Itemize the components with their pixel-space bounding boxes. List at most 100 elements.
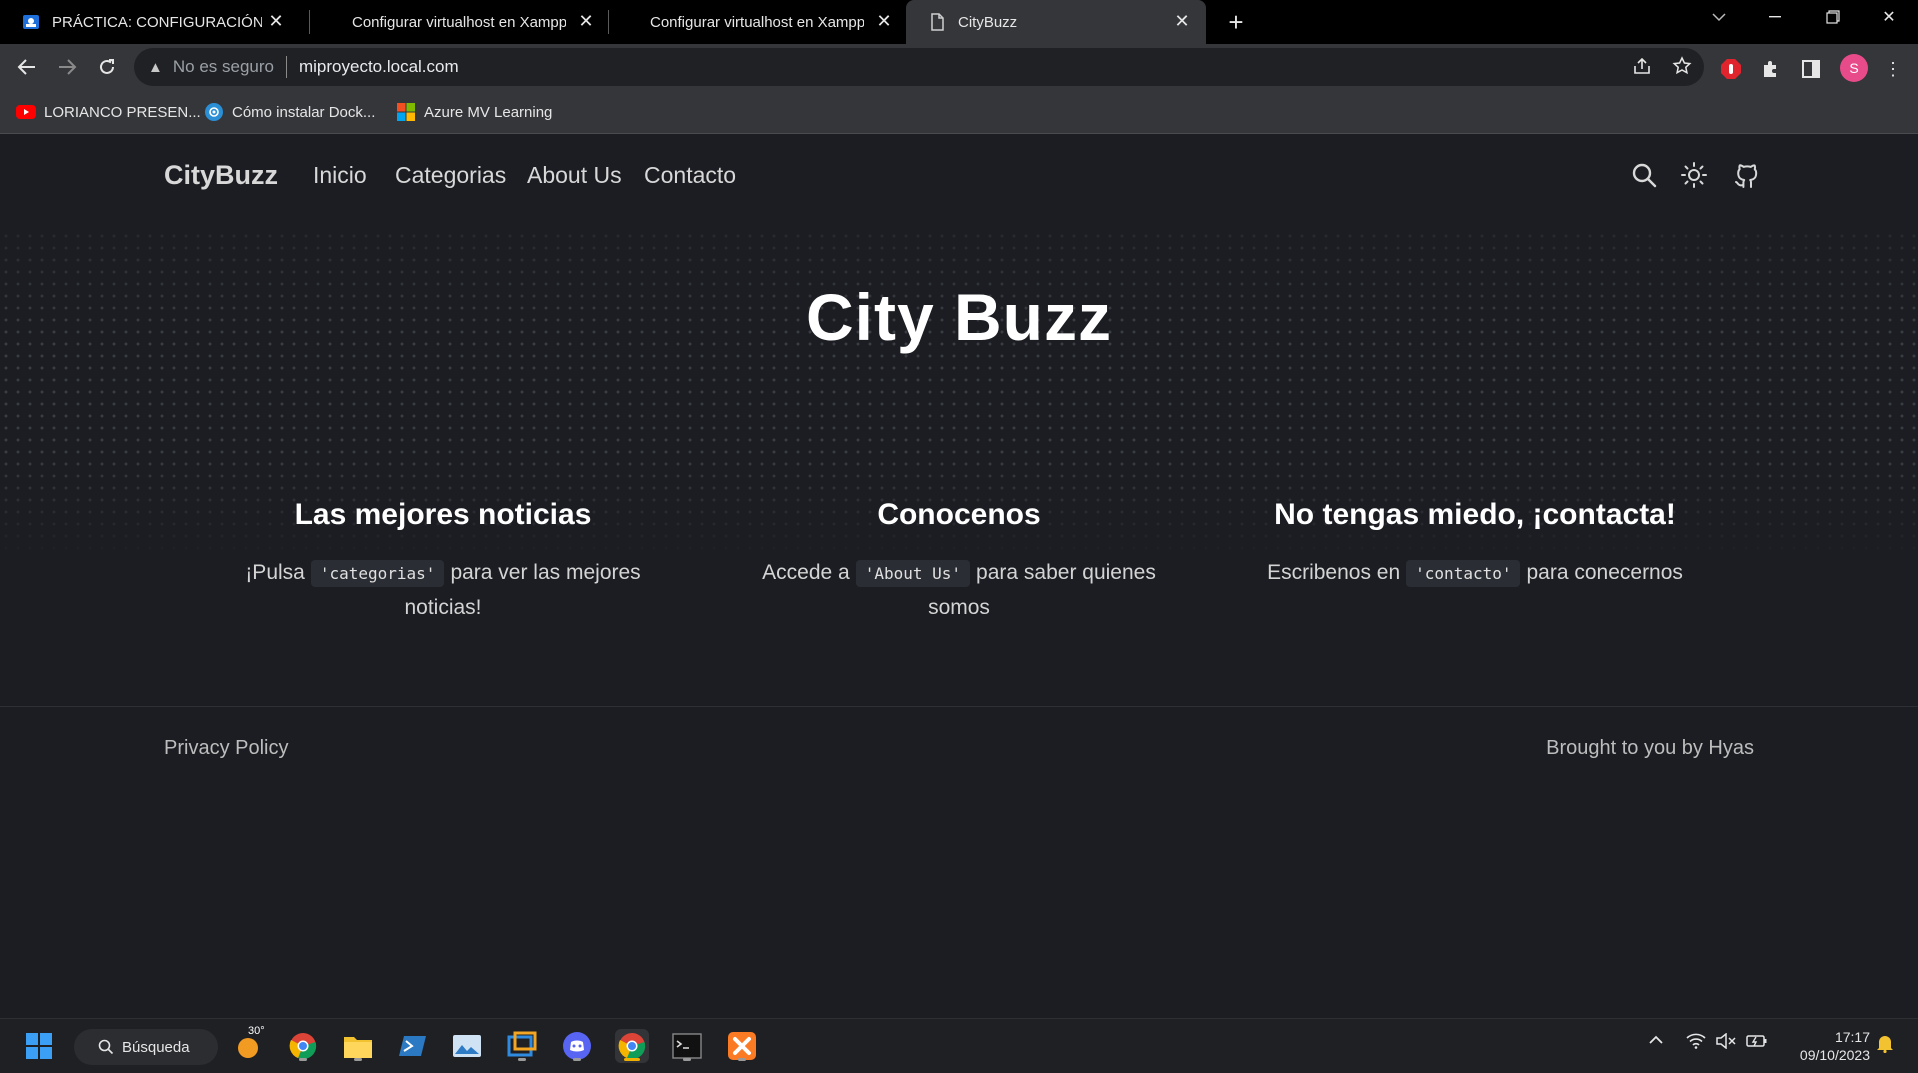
bookmarks-bar: LORIANCO PRESEN... Cómo instalar Dock...… — [0, 90, 1918, 134]
feature-title: Conocenos — [877, 498, 1041, 531]
file-explorer-icon[interactable] — [341, 1029, 375, 1063]
nav-link-about-us[interactable]: About Us — [527, 162, 622, 189]
feature-text: ¡Pulsa'categorias' para ver las mejores n… — [213, 556, 673, 625]
chrome-app-icon[interactable] — [286, 1029, 320, 1063]
browser-tab[interactable]: Configurar virtualhost en Xampp ✕ — [628, 0, 908, 44]
browser-tab[interactable]: PRÁCTICA: CONFIGURACIÓN VIRTUALHOST ✕ — [0, 0, 300, 44]
weather-icon[interactable]: 30° — [232, 1025, 266, 1063]
reload-button[interactable] — [92, 52, 122, 82]
feature-code: 'contacto' — [1406, 560, 1521, 587]
bookmark-label: Cómo instalar Dock... — [232, 103, 376, 121]
search-label: Búsqueda — [122, 1038, 190, 1056]
sun-theme-toggle-icon[interactable] — [1677, 158, 1711, 192]
bookmark-star-icon[interactable] — [1670, 54, 1694, 78]
taskbar-search[interactable]: Búsqueda — [74, 1029, 218, 1065]
classroom-favicon-icon — [23, 15, 39, 29]
nav-link-inicio[interactable]: Inicio — [313, 162, 367, 189]
feature-code: 'About Us' — [855, 560, 971, 587]
docker-icon — [205, 103, 223, 121]
address-bar[interactable]: ▲ No es seguro miproyecto.local.com — [134, 48, 1704, 86]
close-icon[interactable]: ✕ — [874, 11, 894, 31]
microsoft-icon — [397, 103, 415, 121]
volume-muted-icon[interactable] — [1716, 1032, 1736, 1054]
windows-start-icon[interactable] — [22, 1029, 56, 1063]
search-icon — [98, 1039, 114, 1055]
privacy-policy-link[interactable]: Privacy Policy — [164, 737, 288, 760]
tab-title: PRÁCTICA: CONFIGURACIÓN VIRTUALHOST — [52, 13, 262, 31]
notification-bell-icon[interactable] — [1876, 1033, 1894, 1058]
site-header: CityBuzz Inicio Categorias About Us Cont… — [0, 134, 1918, 222]
nav-link-contacto[interactable]: Contacto — [644, 162, 736, 189]
bookmark-item[interactable]: Cómo instalar Dock... — [204, 100, 375, 124]
youtube-icon — [16, 105, 36, 119]
side-panel-icon[interactable] — [1798, 56, 1824, 82]
browser-tab-bar: PRÁCTICA: CONFIGURACIÓN VIRTUALHOST ✕ Co… — [0, 0, 1918, 44]
tab-search-chevron-icon[interactable] — [1696, 0, 1742, 34]
tray-overflow-chevron-icon[interactable] — [1648, 1033, 1664, 1051]
profile-avatar[interactable]: S — [1840, 54, 1868, 82]
nav-link-categorias[interactable]: Categorias — [395, 162, 506, 189]
omnibox-divider — [285, 56, 287, 78]
feature-text: Escribenos en'contacto' para conecernos — [1245, 556, 1705, 591]
new-tab-button[interactable]: + — [1220, 6, 1252, 38]
chrome-active-app-icon[interactable] — [615, 1029, 649, 1063]
tab-title: Configurar virtualhost en Xampp — [650, 13, 864, 31]
footer-credit[interactable]: Brought to you by Hyas — [1546, 737, 1754, 760]
menu-kebab-icon[interactable]: ⋮ — [1880, 56, 1906, 82]
windows-taskbar: Búsqueda 30° 17:17 09/10/2023 — [0, 1018, 1918, 1073]
feature-text-pre: ¡Pulsa — [245, 561, 305, 584]
running-indicator — [354, 1058, 362, 1061]
browser-tab-active[interactable]: CityBuzz ✕ — [906, 0, 1206, 44]
wifi-icon[interactable] — [1686, 1033, 1706, 1054]
photos-app-icon[interactable] — [450, 1029, 484, 1063]
bookmark-item[interactable]: LORIANCO PRESEN... — [16, 100, 201, 124]
running-indicator — [518, 1058, 526, 1061]
feature-title: No tengas miedo, ¡contacta! — [1274, 498, 1676, 531]
tab-divider — [608, 10, 609, 34]
footer-divider — [0, 706, 1918, 707]
clock-date: 09/10/2023 — [1799, 1047, 1870, 1063]
search-icon[interactable] — [1627, 158, 1661, 192]
share-icon[interactable] — [1630, 54, 1654, 78]
extensions-puzzle-icon[interactable] — [1758, 56, 1784, 82]
remote-desktop-icon[interactable] — [505, 1029, 539, 1063]
tab-title: CityBuzz — [958, 13, 1018, 31]
tab-title: Configurar virtualhost en Xampp — [352, 13, 566, 31]
terminal-icon[interactable] — [670, 1029, 704, 1063]
close-icon[interactable]: ✕ — [576, 11, 596, 31]
close-window-button[interactable]: ✕ — [1866, 0, 1912, 34]
adblock-extension-icon[interactable] — [1718, 56, 1744, 82]
tab-divider — [309, 10, 310, 34]
feature-title: Las mejores noticias — [294, 498, 592, 531]
battery-icon[interactable] — [1746, 1033, 1768, 1054]
close-icon[interactable]: ✕ — [266, 11, 286, 31]
discord-icon[interactable] — [560, 1029, 594, 1063]
system-clock[interactable]: 17:17 09/10/2023 — [1778, 1028, 1870, 1064]
warning-icon[interactable]: ▲ — [148, 59, 163, 76]
security-status[interactable]: No es seguro — [173, 57, 274, 77]
bookmark-label: LORIANCO PRESEN... — [44, 103, 201, 121]
forward-button[interactable] — [52, 52, 82, 82]
feature-card: Conocenos Accede a 'About Us' para saber q… — [729, 498, 1189, 625]
back-button[interactable] — [12, 52, 42, 82]
clock-time: 17:17 — [1834, 1029, 1870, 1045]
site-brand[interactable]: CityBuzz — [164, 160, 278, 191]
running-indicator — [738, 1058, 746, 1061]
running-indicator — [299, 1058, 307, 1061]
minimize-button[interactable] — [1752, 0, 1798, 34]
document-favicon-icon — [931, 13, 944, 31]
close-icon[interactable]: ✕ — [1172, 11, 1192, 31]
running-indicator — [573, 1058, 581, 1061]
github-icon[interactable] — [1730, 158, 1764, 192]
feature-text-post: para conecernos — [1526, 561, 1683, 584]
browser-tab[interactable]: Configurar virtualhost en Xampp ✕ — [330, 0, 610, 44]
feature-text-pre: Accede a — [762, 561, 850, 584]
bookmark-item[interactable]: Azure MV Learning — [396, 100, 552, 124]
xampp-icon[interactable] — [725, 1029, 759, 1063]
feature-code: 'categorias' — [310, 560, 445, 587]
bookmark-label: Azure MV Learning — [424, 103, 553, 121]
url-text[interactable]: miproyecto.local.com — [299, 57, 459, 77]
restore-button[interactable] — [1810, 0, 1856, 34]
feature-card: Las mejores noticias ¡Pulsa'categorias' p… — [213, 498, 673, 625]
powershell-icon[interactable] — [396, 1029, 430, 1063]
